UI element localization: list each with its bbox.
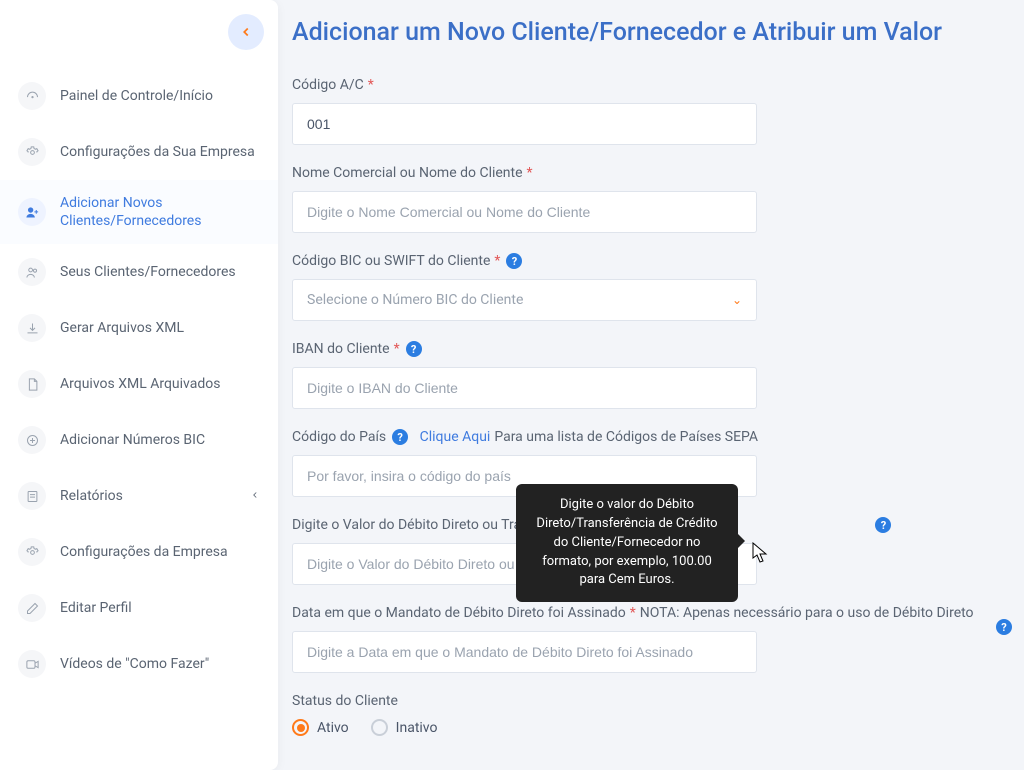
field-bic: Código BIC ou SWIFT do Cliente* ? Seleci… [292,253,1016,321]
help-icon[interactable]: ? [406,341,422,357]
plus-circle-icon [18,426,46,454]
sidebar-item-add-customers[interactable]: Adicionar Novos Clientes/Fornecedores [0,180,278,244]
sidebar-item-add-bic[interactable]: Adicionar Números BIC [0,412,278,468]
help-icon[interactable]: ? [506,253,522,269]
field-trade-name: Nome Comercial ou Nome do Cliente* [292,165,1016,233]
tooltip-text: Digite o valor do Débito Direto/Transfer… [536,497,717,587]
gear-icon [18,538,46,566]
trade-name-input[interactable] [292,191,757,233]
iban-input[interactable] [292,367,757,409]
radio-dot-icon [292,719,309,736]
download-icon [18,314,46,342]
sidebar-item-dashboard[interactable]: Painel de Controle/Início [0,68,278,124]
sidebar-item-company-settings[interactable]: Configurações da Sua Empresa [0,124,278,180]
field-mandate-date: Data em que o Mandato de Débito Direto f… [292,605,1016,673]
chevron-left-icon [239,25,253,39]
sidebar-item-edit-profile[interactable]: Editar Perfil [0,580,278,636]
radio-label: Ativo [317,720,349,736]
sidebar-item-howto-videos[interactable]: Vídeos de "Como Fazer" [0,636,278,692]
video-icon [18,650,46,678]
report-icon [18,482,46,510]
field-iban: IBAN do Cliente* ? [292,341,1016,409]
users-icon [18,258,46,286]
sidebar-item-label: Gerar Arquivos XML [60,319,260,337]
sidebar-item-reports[interactable]: Relatórios [0,468,278,524]
sidebar-item-label: Configurações da Empresa [60,543,260,561]
mandate-date-input[interactable] [292,631,757,673]
sidebar-collapse-button[interactable] [228,14,264,50]
sidebar-item-label: Relatórios [60,487,236,505]
help-icon[interactable]: ? [392,429,408,445]
sidebar-item-label: Seus Clientes/Fornecedores [60,263,260,281]
sidebar-item-label: Vídeos de "Como Fazer" [60,655,260,673]
field-label: Status do Cliente [292,693,1016,709]
chevron-down-icon: ⌄ [732,293,742,307]
field-label: Código do País ? Clique Aqui Para uma li… [292,429,1016,445]
gear-icon [18,138,46,166]
tooltip-amount-format: Digite o valor do Débito Direto/Transfer… [516,484,738,602]
field-label: IBAN do Cliente* ? [292,341,1016,357]
field-label: Código A/C* [292,77,1016,93]
radio-label: Inativo [396,720,438,736]
edit-icon [18,594,46,622]
ac-code-input[interactable] [292,103,757,145]
file-icon [18,370,46,398]
radio-dot-icon [371,719,388,736]
sidebar-item-label: Editar Perfil [60,599,260,617]
sidebar-item-label: Configurações da Sua Empresa [60,143,260,161]
help-icon[interactable]: ? [875,517,891,533]
field-label: Data em que o Mandato de Débito Direto f… [292,605,1016,621]
field-label: Código BIC ou SWIFT do Cliente* ? [292,253,1016,269]
sidebar-item-your-customers[interactable]: Seus Clientes/Fornecedores [0,244,278,300]
sidebar-item-label: Arquivos XML Arquivados [60,375,260,393]
sidebar-item-label: Painel de Controle/Início [60,87,260,105]
sidebar-item-label: Adicionar Números BIC [60,431,260,449]
field-customer-status: Status do Cliente Ativo Inativo [292,693,1016,736]
sepa-codes-link[interactable]: Clique Aqui [420,429,491,445]
user-plus-icon [18,198,46,226]
sidebar-item-generate-xml[interactable]: Gerar Arquivos XML [0,300,278,356]
field-label: Nome Comercial ou Nome do Cliente* [292,165,1016,181]
radio-status-inactive[interactable]: Inativo [371,719,438,736]
field-note: Para uma lista de Códigos de Países SEPA [494,429,758,445]
sidebar-item-label: Adicionar Novos Clientes/Fornecedores [60,194,260,230]
chevron-left-icon [250,487,260,505]
select-placeholder: Selecione o Número BIC do Cliente [307,292,523,308]
sidebar-item-archived-xml[interactable]: Arquivos XML Arquivados [0,356,278,412]
dashboard-icon [18,82,46,110]
radio-status-active[interactable]: Ativo [292,719,349,736]
field-note: NOTA: Apenas necessário para o uso de Dé… [640,605,974,621]
main-content: Adicionar um Novo Cliente/Fornecedor e A… [278,0,1024,770]
field-ac-code: Código A/C* [292,77,1016,145]
bic-select[interactable]: Selecione o Número BIC do Cliente ⌄ [292,279,757,321]
sidebar-item-company-config[interactable]: Configurações da Empresa [0,524,278,580]
page-title: Adicionar um Novo Cliente/Fornecedor e A… [292,18,1016,47]
help-icon[interactable]: ? [996,619,1012,635]
sidebar: Painel de Controle/Início Configurações … [0,0,278,770]
